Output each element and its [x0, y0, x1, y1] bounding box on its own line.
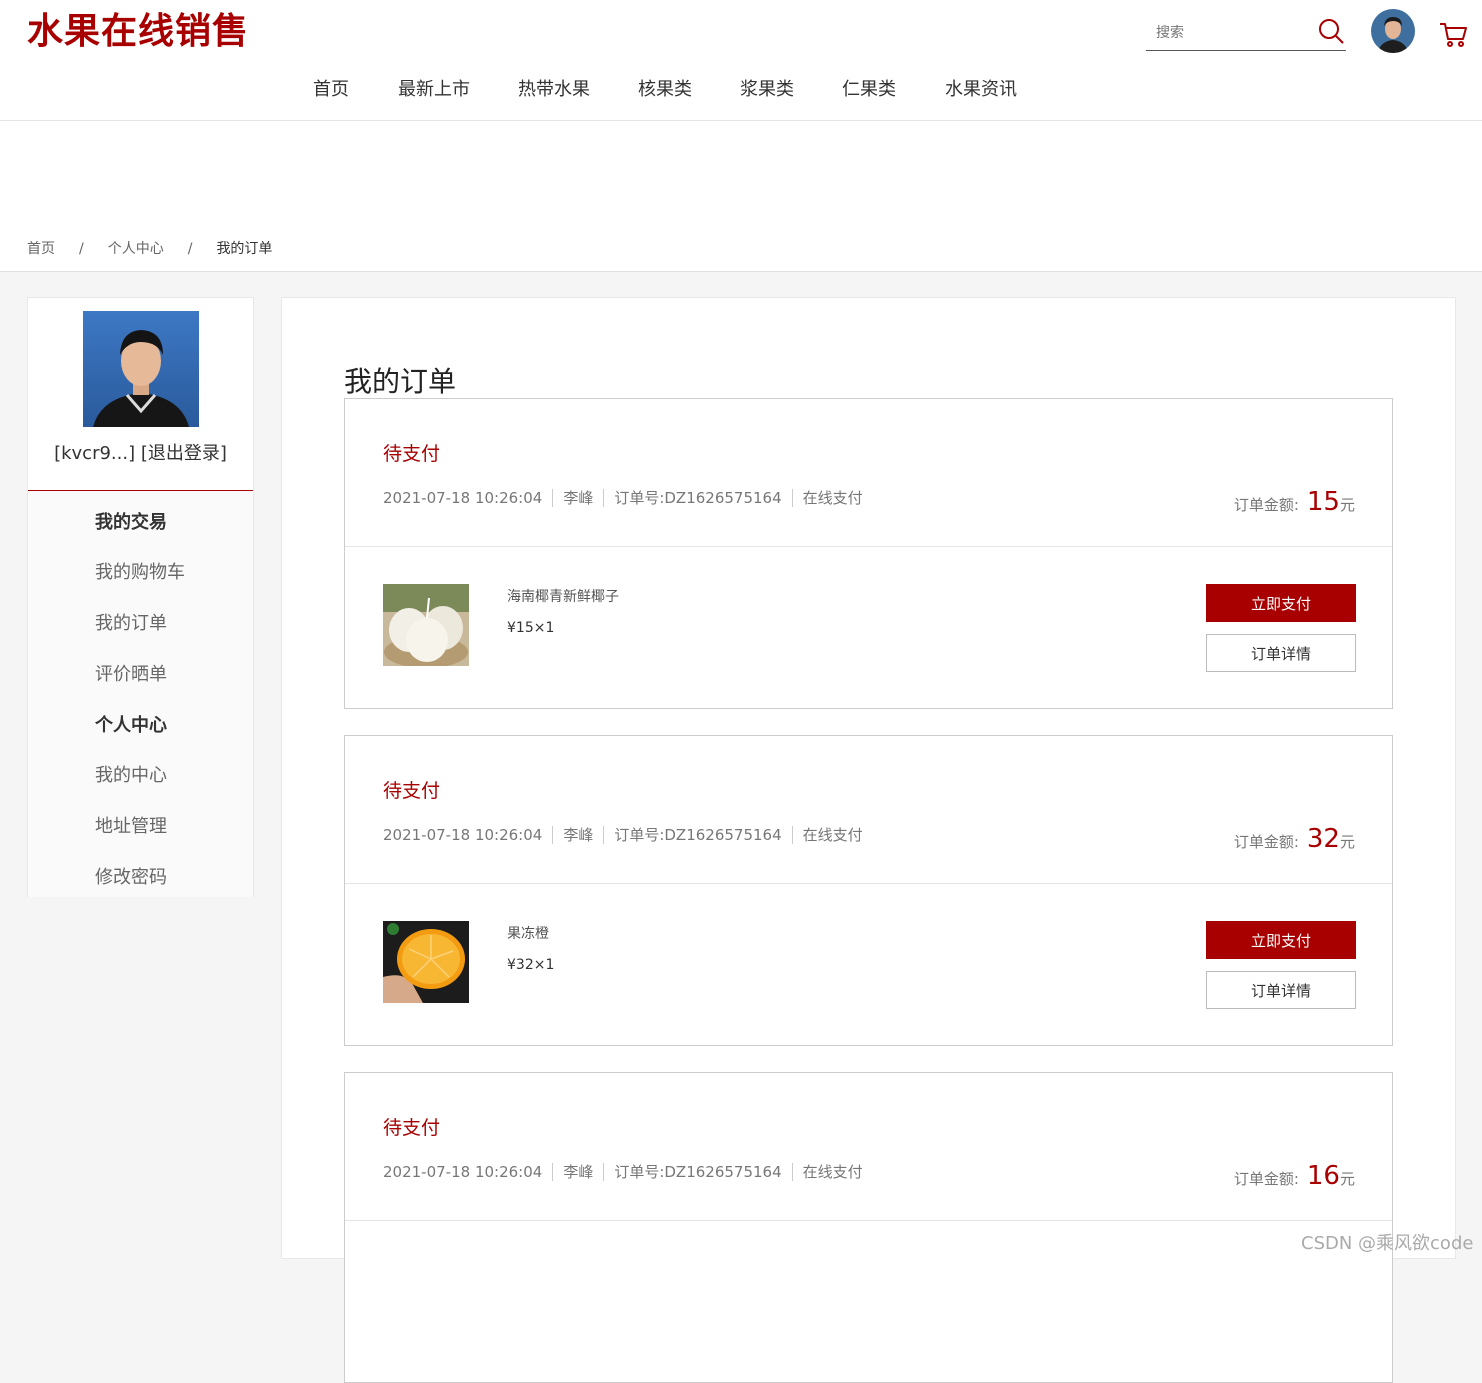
nav-home[interactable]: 首页 — [313, 75, 349, 101]
order-card: 待支付 2021-07-18 10:26:04 李峰 订单号:DZ162657516… — [344, 1072, 1393, 1383]
order-card: 待支付 2021-07-18 10:26:04 李峰 订单号:DZ162657516… — [344, 398, 1393, 709]
order-receiver: 李峰 — [552, 489, 603, 507]
profile-photo — [83, 311, 199, 427]
breadcrumb-home[interactable]: 首页 — [27, 238, 55, 258]
order-amount-value: 15 — [1306, 487, 1340, 517]
coconut-image — [383, 584, 469, 666]
pay-now-button[interactable]: 立即支付 — [1206, 584, 1356, 622]
breadcrumb-bar: 首页 / 个人中心 / 我的订单 — [0, 121, 1482, 272]
sidebar-item-my-center[interactable]: 我的中心 — [95, 761, 167, 787]
order-amount-unit: 元 — [1339, 833, 1355, 851]
page-title: 我的订单 — [344, 365, 457, 398]
order-meta: 2021-07-18 10:26:04 李峰 订单号:DZ1626575164 在线支… — [383, 489, 873, 507]
sidebar: [kvcr9...] [退出登录] 我的交易 我的购物车 我的订单 评价晒单 个… — [27, 297, 254, 897]
sidebar-item-password[interactable]: 修改密码 — [95, 863, 167, 889]
profile-photo-image — [83, 311, 199, 427]
cart-icon[interactable] — [1437, 18, 1469, 50]
sidebar-item-address[interactable]: 地址管理 — [95, 812, 167, 838]
sidebar-menu: 我的交易 我的购物车 我的订单 评价晒单 个人中心 我的中心 地址管理 修改密码 — [28, 490, 253, 897]
search-box — [1146, 14, 1346, 51]
order-amount-label: 订单金额: — [1233, 833, 1299, 851]
order-amount: 订单金额: 16元 — [1234, 1161, 1355, 1191]
order-meta: 2021-07-18 10:26:04 李峰 订单号:DZ1626575164 在线支… — [383, 826, 873, 844]
breadcrumb: 首页 / 个人中心 / 我的订单 — [27, 238, 272, 258]
order-time: 2021-07-18 10:26:04 — [383, 826, 543, 844]
avatar-image — [1371, 9, 1415, 53]
order-time: 2021-07-18 10:26:04 — [383, 489, 543, 507]
search-icon[interactable] — [1316, 16, 1346, 46]
order-receiver: 李峰 — [552, 1163, 603, 1181]
product-price: ¥32×1 — [507, 957, 555, 973]
main-content: 我的订单 待支付 2021-07-18 10:26:04 李峰 订单号:DZ1626… — [281, 297, 1456, 1383]
logout-link[interactable]: [退出登录] — [141, 443, 227, 464]
order-amount-unit: 元 — [1339, 496, 1355, 514]
order-pay-type: 在线支付 — [791, 826, 873, 844]
product-thumbnail[interactable] — [383, 921, 469, 1003]
order-number: 订单号:DZ1626575164 — [603, 489, 791, 507]
order-divider — [345, 546, 1392, 547]
sidebar-heading-personal: 个人中心 — [95, 715, 167, 736]
order-amount: 订单金额: 15元 — [1234, 487, 1355, 517]
nav-pome[interactable]: 仁果类 — [842, 75, 896, 101]
breadcrumb-separator: / — [79, 241, 84, 257]
order-card: 待支付 2021-07-18 10:26:04 李峰 订单号:DZ162657516… — [344, 735, 1393, 1046]
search-input[interactable] — [1154, 18, 1318, 48]
nav-new-arrivals[interactable]: 最新上市 — [398, 75, 470, 101]
order-meta: 2021-07-18 10:26:04 李峰 订单号:DZ1626575164 在线支… — [383, 1163, 873, 1181]
sidebar-heading-trading: 我的交易 — [95, 512, 167, 533]
order-number: 订单号:DZ1626575164 — [603, 1163, 791, 1181]
product-price: ¥15×1 — [507, 620, 555, 636]
product-thumbnail[interactable] — [383, 584, 469, 666]
order-amount-unit: 元 — [1339, 1170, 1355, 1188]
order-status: 待支付 — [383, 1117, 441, 1139]
nav-berries[interactable]: 浆果类 — [740, 75, 794, 101]
order-amount: 订单金额: 32元 — [1234, 824, 1355, 854]
site-header: 水果在线销售 首页 最新上市 热带水果 核果类 浆果类 仁果类 水果资讯 — [0, 0, 1482, 121]
watermark: CSDN @乘风欲code — [1301, 1233, 1474, 1254]
product-name[interactable]: 果冻橙 — [507, 923, 549, 943]
order-time: 2021-07-18 10:26:04 — [383, 1163, 543, 1181]
sidebar-item-cart[interactable]: 我的购物车 — [95, 558, 185, 584]
order-amount-value: 32 — [1306, 824, 1340, 854]
order-number: 订单号:DZ1626575164 — [603, 826, 791, 844]
nav-stone-fruit[interactable]: 核果类 — [638, 75, 692, 101]
user-line: [kvcr9...] [退出登录] — [28, 439, 253, 465]
sidebar-item-orders[interactable]: 我的订单 — [95, 609, 167, 635]
order-pay-type: 在线支付 — [791, 1163, 873, 1181]
username: [kvcr9...] — [54, 443, 136, 464]
order-divider — [345, 1220, 1392, 1221]
product-name[interactable]: 海南椰青新鲜椰子 — [507, 586, 619, 606]
order-pay-type: 在线支付 — [791, 489, 873, 507]
order-status: 待支付 — [383, 780, 441, 802]
nav-news[interactable]: 水果资讯 — [945, 75, 1017, 101]
order-status: 待支付 — [383, 443, 441, 465]
order-divider — [345, 883, 1392, 884]
breadcrumb-separator: / — [187, 241, 193, 257]
pay-now-button[interactable]: 立即支付 — [1206, 921, 1356, 959]
orange-image — [383, 921, 469, 1003]
order-amount-value: 16 — [1306, 1161, 1340, 1191]
order-detail-button[interactable]: 订单详情 — [1206, 971, 1356, 1009]
site-logo[interactable]: 水果在线销售 — [27, 2, 249, 54]
breadcrumb-personal-center[interactable]: 个人中心 — [108, 238, 164, 258]
order-detail-button[interactable]: 订单详情 — [1206, 634, 1356, 672]
nav-tropical[interactable]: 热带水果 — [518, 75, 590, 101]
sidebar-item-reviews[interactable]: 评价晒单 — [95, 660, 167, 686]
breadcrumb-current: 我的订单 — [216, 241, 273, 257]
order-amount-label: 订单金额: — [1233, 496, 1299, 514]
user-avatar[interactable] — [1371, 9, 1415, 53]
order-receiver: 李峰 — [552, 826, 603, 844]
order-amount-label: 订单金额: — [1233, 1170, 1299, 1188]
